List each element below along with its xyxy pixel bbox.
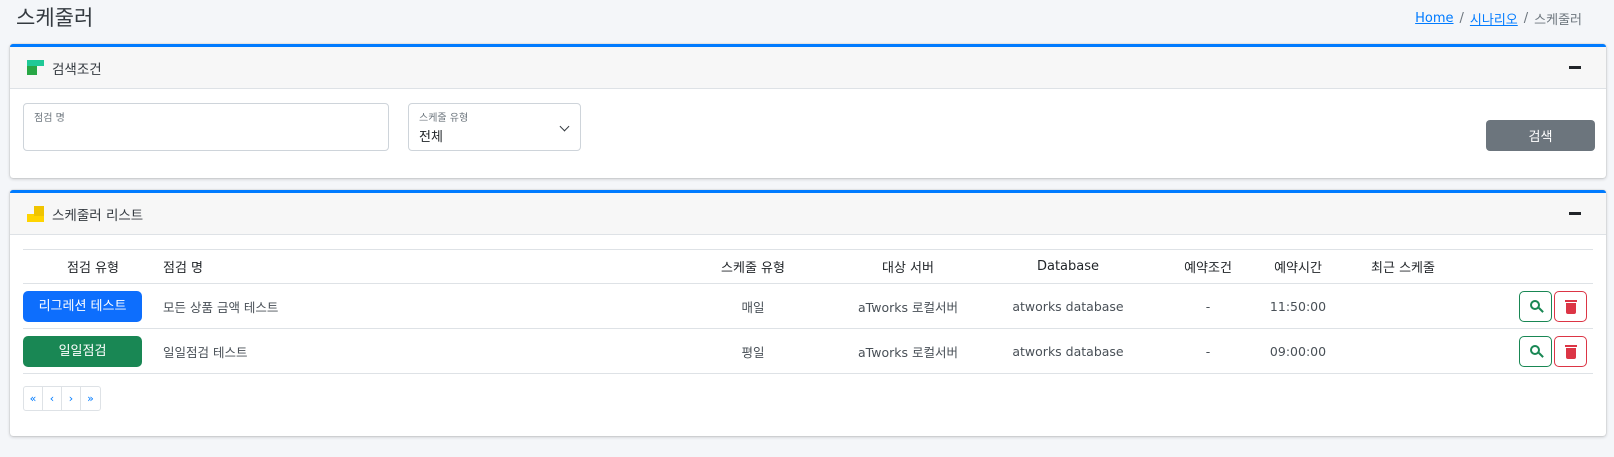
recent-schedule-cell xyxy=(1343,328,1463,374)
time-cell: 09:00:00 xyxy=(1253,328,1343,374)
target-server-cell: aTworks 로컬서버 xyxy=(843,328,973,374)
search-card-title: 검색조건 xyxy=(52,61,102,78)
column-header[interactable]: 점검 유형 xyxy=(23,249,163,284)
delete-button[interactable] xyxy=(1554,335,1587,367)
minus-icon xyxy=(1569,66,1581,69)
name-field[interactable]: 점검 명 xyxy=(23,103,389,151)
table-row: 일일점검 일일점검 테스트 평일 aTworks 로컬서버 atworks da… xyxy=(23,328,1593,374)
list-card-header: 스케줄러 리스트 xyxy=(10,193,1606,235)
condition-cell: - xyxy=(1163,328,1253,374)
pagination-first[interactable]: « xyxy=(24,387,43,410)
check-name-cell: 모든 상품 금액 테스트 xyxy=(163,283,663,329)
breadcrumb-home-link[interactable]: Home xyxy=(1415,11,1453,26)
pagination: « ‹ › » xyxy=(23,386,101,411)
recent-schedule-cell xyxy=(1343,283,1463,329)
check-type-badge[interactable]: 리그레션 테스트 xyxy=(23,290,142,322)
pagination-next[interactable]: › xyxy=(62,387,81,410)
column-header[interactable]: 예약시간 xyxy=(1253,249,1343,284)
check-name-cell: 일일점검 테스트 xyxy=(163,328,663,374)
breadcrumb-separator: / xyxy=(1523,11,1529,26)
list-card-title: 스케줄러 리스트 xyxy=(52,207,144,224)
column-header[interactable]: 예약조건 xyxy=(1163,249,1253,284)
table-row: 리그레션 테스트 모든 상품 금액 테스트 매일 aTworks 로컬서버 at… xyxy=(23,283,1593,329)
table-header-row: 점검 유형 점검 명 스케줄 유형 대상 서버 Database 예약조건 예약… xyxy=(23,249,1593,284)
breadcrumb-current: 스케줄러 xyxy=(1534,13,1582,28)
name-input[interactable] xyxy=(34,126,364,144)
database-cell: atworks database xyxy=(973,283,1163,329)
schedule-type-select[interactable]: 스케줄 유형 전체 xyxy=(408,103,581,151)
breadcrumb: Home / 시나리오 / 스케줄러 xyxy=(1415,9,1582,28)
schedule-type-label: 스케줄 유형 xyxy=(419,113,469,124)
column-header[interactable]: 점검 명 xyxy=(163,249,663,284)
pagination-prev[interactable]: ‹ xyxy=(43,387,62,410)
pagination-last[interactable]: » xyxy=(81,387,100,410)
delete-button[interactable] xyxy=(1554,290,1587,322)
actions-header xyxy=(1463,249,1593,284)
breadcrumb-scenario-link[interactable]: 시나리오 xyxy=(1470,9,1518,28)
minus-icon xyxy=(1569,212,1581,215)
breadcrumb-separator: / xyxy=(1459,11,1464,26)
chevron-down-icon xyxy=(559,121,570,132)
search-card-header: 검색조건 xyxy=(10,47,1606,89)
scheduler-table: 점검 유형 점검 명 스케줄 유형 대상 서버 Database 예약조건 예약… xyxy=(23,249,1593,374)
column-header[interactable]: Database xyxy=(973,249,1163,284)
target-server-cell: aTworks 로컬서버 xyxy=(843,283,973,329)
schedule-type-cell: 매일 xyxy=(663,283,843,329)
name-field-label: 점검 명 xyxy=(34,113,65,124)
database-cell: atworks database xyxy=(973,328,1163,374)
view-button[interactable] xyxy=(1519,290,1552,322)
page-title: 스케줄러 xyxy=(16,6,94,30)
search-condition-card: 검색조건 점검 명 스케줄 유형 전체 검색 xyxy=(10,44,1606,178)
check-type-badge[interactable]: 일일점검 xyxy=(23,335,142,367)
view-button[interactable] xyxy=(1519,335,1552,367)
time-cell: 11:50:00 xyxy=(1253,283,1343,329)
column-header[interactable]: 스케줄 유형 xyxy=(663,249,843,284)
list-icon xyxy=(27,205,44,222)
schedule-type-cell: 평일 xyxy=(663,328,843,374)
condition-cell: - xyxy=(1163,283,1253,329)
search-condition-icon xyxy=(27,60,44,75)
search-button[interactable]: 검색 xyxy=(1486,120,1595,151)
scheduler-list-card: 스케줄러 리스트 점검 유형 점검 명 스케줄 유형 대상 서버 Databas… xyxy=(10,190,1606,436)
schedule-type-value: 전체 xyxy=(419,130,443,145)
column-header[interactable]: 최근 스케줄 xyxy=(1343,249,1463,284)
column-header[interactable]: 대상 서버 xyxy=(843,249,973,284)
